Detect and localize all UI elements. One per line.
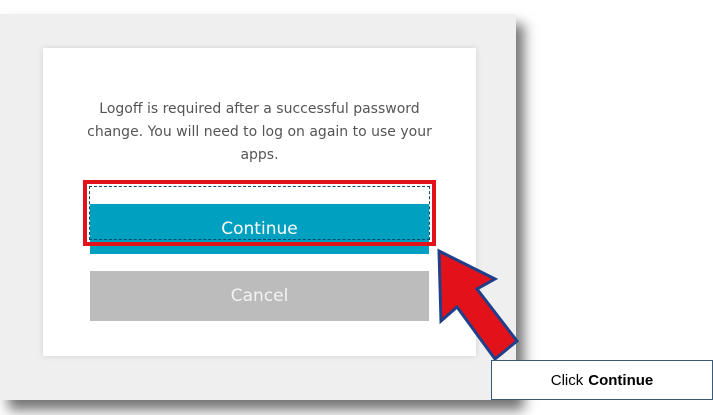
cancel-button[interactable]: Cancel bbox=[90, 271, 429, 321]
instruction-callout: Click Continue bbox=[491, 360, 713, 400]
logoff-dialog: Logoff is required after a successful pa… bbox=[43, 48, 476, 356]
tutorial-stage: Logoff is required after a successful pa… bbox=[0, 0, 713, 415]
continue-button[interactable]: Continue bbox=[90, 204, 429, 254]
red-arrow-icon bbox=[437, 248, 520, 362]
callout-prefix: Click bbox=[550, 371, 584, 389]
logoff-message: Logoff is required after a successful pa… bbox=[87, 101, 432, 163]
callout-target: Continue bbox=[588, 371, 654, 389]
